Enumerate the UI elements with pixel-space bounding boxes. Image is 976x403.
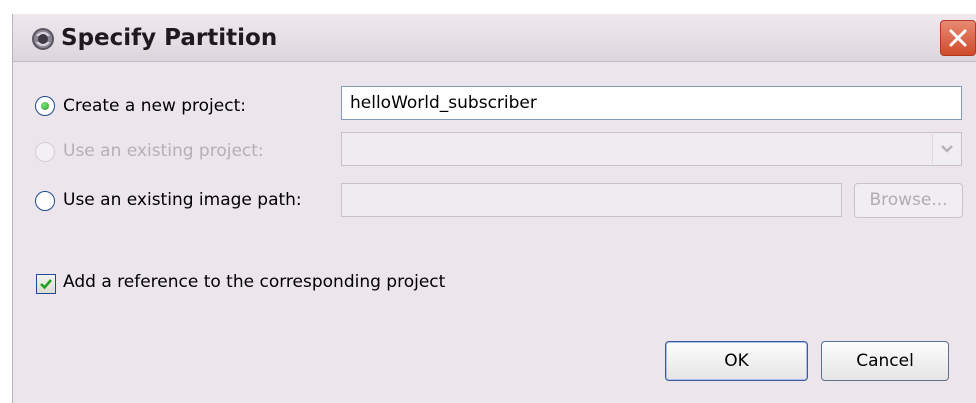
create-new-project-radio[interactable]	[35, 96, 55, 116]
specify-partition-dialog: Specify Partition Create a new project: …	[12, 14, 976, 403]
add-reference-checkbox[interactable]	[36, 274, 56, 294]
radio-selected-dot	[41, 102, 49, 110]
add-reference-label: Add a reference to the corresponding pro…	[63, 272, 446, 292]
ok-button[interactable]: OK	[665, 341, 808, 381]
create-new-project-label: Create a new project:	[63, 96, 246, 116]
use-existing-image-path-radio[interactable]	[35, 191, 55, 211]
close-icon	[949, 29, 967, 47]
image-path-input[interactable]	[341, 183, 842, 217]
checkmark-icon	[40, 279, 52, 290]
title-bar[interactable]: Specify Partition	[13, 14, 976, 62]
use-existing-image-path-label: Use an existing image path:	[63, 190, 302, 210]
browse-button[interactable]: Browse...	[854, 183, 963, 218]
use-existing-project-label: Use an existing project:	[63, 141, 264, 161]
existing-project-combo[interactable]	[341, 132, 962, 166]
dialog-title: Specify Partition	[61, 25, 278, 51]
cancel-button[interactable]: Cancel	[821, 341, 949, 381]
use-existing-project-radio[interactable]	[35, 142, 55, 162]
combo-dropdown-button[interactable]	[932, 134, 960, 164]
close-button[interactable]	[940, 20, 976, 56]
new-project-name-input[interactable]: helloWorld_subscriber	[341, 86, 962, 120]
eclipse-icon	[31, 27, 55, 51]
chevron-down-icon	[941, 145, 953, 153]
